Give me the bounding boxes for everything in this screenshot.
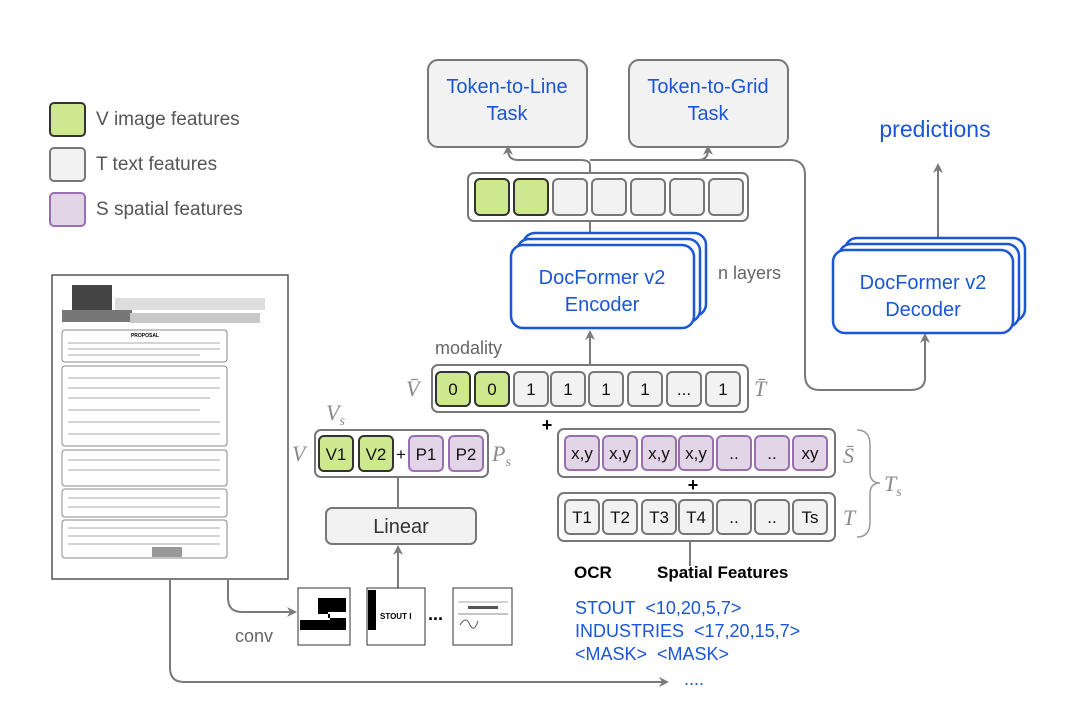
token-to-line-task: Token-to-Line Task	[427, 59, 588, 148]
v-symbol: V	[292, 441, 308, 466]
text-token-row: T1 T2 T3 T4.... Ts	[557, 492, 836, 542]
vs-symbol: Vs	[326, 400, 345, 429]
svg-text:P2: P2	[456, 445, 477, 464]
spatial-cell-label: ..	[767, 444, 776, 463]
svg-text:V1: V1	[326, 445, 347, 464]
legend-swatch-text	[49, 147, 86, 182]
output-token-cell	[669, 178, 705, 216]
ts-brace	[856, 429, 881, 538]
image-patch-1	[297, 587, 351, 646]
text-token-cell-label: T2	[610, 508, 630, 527]
spatial-row: x,y x,y x,y x,y.... xy	[557, 428, 836, 478]
output-token-cell	[708, 178, 744, 216]
text-token-cell-label: Ts	[802, 508, 819, 527]
legend-label-text: T text features	[96, 154, 217, 175]
modality-cell-label: 1	[718, 380, 727, 399]
svg-text:Linear: Linear	[373, 516, 429, 538]
text-token-cell-label: T1	[572, 508, 592, 527]
t-bar-symbol: T̄	[754, 376, 768, 401]
linear-layer: Linear	[325, 507, 477, 545]
encoder-output-row	[467, 172, 749, 222]
visual-token-row: V1 V2 + P1 P2	[314, 429, 489, 478]
modality-label: modality	[435, 338, 502, 358]
s-bar-symbol: S̄	[843, 443, 854, 468]
ocr-line-3: <MASK> <MASK>	[575, 644, 729, 664]
svg-text:Task: Task	[486, 103, 528, 125]
output-token-cell	[552, 178, 588, 216]
n-layers-label: n layers	[718, 263, 781, 283]
spatial-cell-label: x,y	[609, 444, 631, 463]
legend: V image features T text features S spati…	[49, 102, 243, 227]
image-patch-n	[452, 587, 513, 646]
document-image: PROPOSAL	[51, 274, 289, 580]
legend-label-visual: V image features	[96, 109, 240, 130]
text-token-cell-label: T3	[649, 508, 669, 527]
ocr-line-2: INDUSTRIES <17,20,15,7>	[575, 621, 800, 641]
legend-swatch-visual	[49, 102, 86, 137]
svg-text:Token-to-Grid: Token-to-Grid	[647, 76, 768, 98]
spatial-cell-label: x,y	[685, 444, 707, 463]
ocr-line-4: ....	[684, 669, 704, 689]
modality-cell-label: 0	[487, 380, 496, 399]
modality-cell-label: 0	[448, 380, 457, 399]
modality-cell-label: 1	[526, 380, 535, 399]
ts-symbol: Ts	[884, 471, 902, 500]
svg-text:Decoder: Decoder	[885, 299, 961, 321]
svg-text:V2: V2	[366, 445, 387, 464]
spatial-cell-label: x,y	[648, 444, 670, 463]
spatial-cell-label: x,y	[571, 444, 593, 463]
ocr-label: OCR	[574, 563, 612, 582]
output-token-cell	[513, 178, 549, 216]
svg-text:PROPOSAL: PROPOSAL	[131, 333, 159, 339]
spatial-cell-label: ..	[729, 444, 738, 463]
modality-cell-label: 1	[563, 380, 572, 399]
docformer-decoder: DocFormer v2 Decoder	[831, 236, 1027, 335]
plus-sign: +	[542, 415, 553, 435]
v-bar-symbol: V̄	[406, 376, 422, 401]
spatial-features-label: Spatial Features	[657, 563, 788, 582]
t-symbol: T	[843, 505, 857, 530]
modality-cell-label: 1	[640, 380, 649, 399]
legend-label-spatial: S spatial features	[96, 199, 243, 220]
svg-text:DocFormer v2: DocFormer v2	[860, 272, 987, 294]
image-patch-2: STOUT I	[366, 587, 426, 646]
svg-text:P1: P1	[416, 445, 437, 464]
output-token-cell	[591, 178, 627, 216]
conv-label: conv	[235, 626, 273, 646]
predictions-label: predictions	[879, 116, 990, 142]
modality-row: 0 0 1 1 1 1... 1	[431, 364, 749, 413]
svg-text:+: +	[396, 445, 406, 464]
docformer-encoder: DocFormer v2 Encoder	[509, 231, 708, 330]
spatial-cell-label: xy	[802, 444, 820, 463]
svg-text:STOUT I: STOUT I	[380, 612, 411, 621]
patches-ellipsis: ...	[428, 604, 443, 624]
svg-text:Task: Task	[687, 103, 729, 125]
modality-cell-label: ...	[677, 380, 691, 399]
ocr-line-1: STOUT <10,20,5,7>	[575, 598, 741, 618]
svg-text:Token-to-Line: Token-to-Line	[446, 76, 567, 98]
legend-swatch-spatial	[49, 192, 86, 227]
token-to-grid-task: Token-to-Grid Task	[628, 59, 789, 148]
text-token-cell-label: ..	[729, 508, 738, 527]
modality-cell-label: 1	[601, 380, 610, 399]
text-token-cell-label: T4	[686, 508, 706, 527]
output-token-cell	[630, 178, 666, 216]
docformer-v2-diagram: V image features T text features S spati…	[0, 0, 1080, 706]
output-token-cell	[474, 178, 510, 216]
ps-symbol: Ps	[491, 441, 511, 470]
text-token-cell-label: ..	[767, 508, 776, 527]
svg-text:DocFormer v2: DocFormer v2	[539, 267, 666, 289]
svg-text:Encoder: Encoder	[565, 294, 640, 316]
